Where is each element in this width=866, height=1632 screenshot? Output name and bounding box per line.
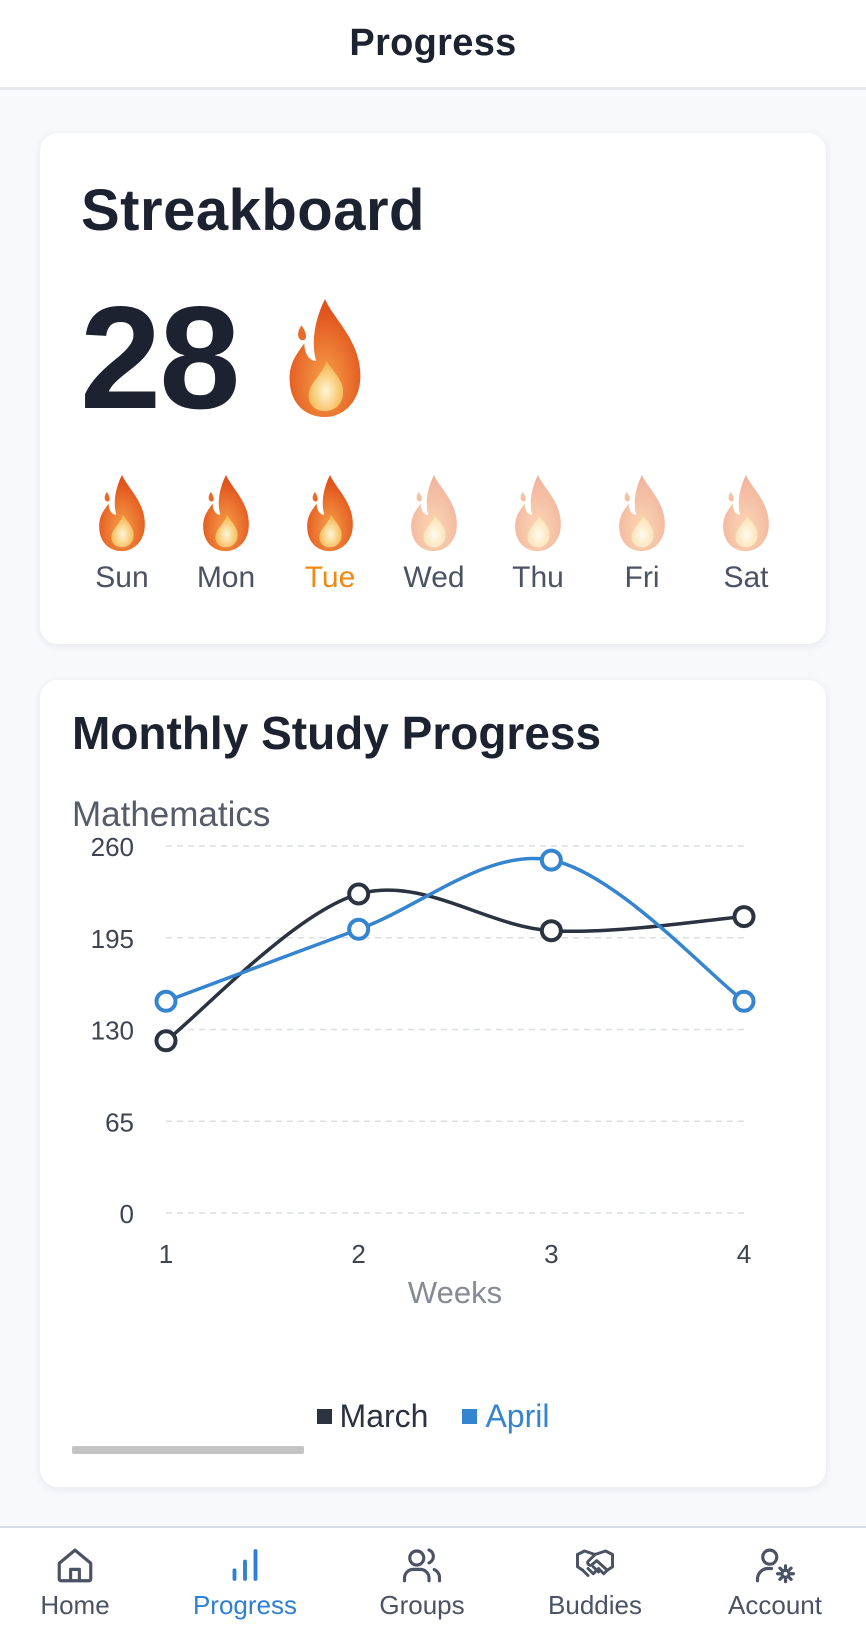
- nav-home[interactable]: Home: [0, 1528, 150, 1632]
- data-point-april: [347, 917, 371, 941]
- fire-icon: [289, 298, 361, 418]
- fire-icon: [307, 474, 353, 552]
- legend-label-april: April: [485, 1398, 550, 1434]
- bottom-navigation: Home Progress Groups Buddies Account: [0, 1526, 866, 1632]
- day-sun: Sun: [70, 473, 174, 595]
- legend-item-march[interactable]: March: [316, 1398, 429, 1435]
- data-point-march: [154, 1029, 178, 1053]
- fire-icon: [723, 474, 769, 552]
- day-label: Sat: [723, 561, 769, 594]
- day-label: Fri: [624, 561, 660, 594]
- legend-swatch-april: [462, 1409, 478, 1424]
- nav-progress[interactable]: Progress: [170, 1528, 320, 1632]
- fire-icon: [99, 474, 145, 552]
- x-axis-label: Weeks: [408, 1275, 502, 1310]
- nav-label: Account: [728, 1590, 822, 1620]
- streakboard-card: Streakboard 28 Sun Mon Tue Wed Thu Fri S…: [40, 133, 826, 644]
- day-wed: Wed: [382, 473, 486, 595]
- data-point-april: [732, 989, 756, 1013]
- day-label: Mon: [196, 561, 256, 594]
- y-tick-label: 0: [120, 1199, 134, 1229]
- nav-label: Progress: [192, 1590, 298, 1620]
- x-tick-label: 3: [544, 1239, 558, 1269]
- y-tick-label: 65: [105, 1107, 134, 1137]
- weekday-streak-row: Sun Mon Tue Wed Thu Fri Sat: [70, 473, 800, 603]
- data-point-april: [539, 848, 563, 872]
- data-point-march: [539, 919, 563, 943]
- horizontal-scrollbar[interactable]: [72, 1446, 304, 1454]
- y-tick-label: 195: [91, 924, 134, 954]
- page-title: Progress: [349, 22, 517, 64]
- line-chart: 0 65 130 195 260 1 2 3 4 Weeks: [91, 832, 756, 1310]
- data-point-march: [347, 882, 371, 906]
- day-tue: Tue: [278, 473, 382, 595]
- nav-groups[interactable]: Groups: [347, 1528, 497, 1632]
- top-bar: Progress: [0, 0, 866, 90]
- monthly-progress-card: Monthly Study Progress Mathematics 0 65 13…: [40, 680, 826, 1487]
- fire-icon: [203, 474, 249, 552]
- series-line-april: [165, 856, 746, 1003]
- bar-chart-icon: [232, 1549, 258, 1581]
- legend-item-april[interactable]: April: [462, 1398, 549, 1435]
- fire-icon: [411, 474, 457, 552]
- x-tick-label: 2: [351, 1239, 365, 1269]
- day-mon: Mon: [174, 473, 278, 595]
- home-icon: [57, 1548, 93, 1583]
- streak-count: 28: [80, 276, 240, 439]
- chart-legend: March April: [40, 1398, 826, 1435]
- user-settings-icon: [755, 1548, 795, 1584]
- nav-label: Groups: [379, 1590, 465, 1620]
- day-label: Thu: [512, 561, 564, 594]
- day-sat: Sat: [694, 473, 798, 595]
- users-icon: [402, 1548, 442, 1583]
- y-tick-label: 260: [91, 832, 134, 862]
- data-point-march: [732, 905, 756, 929]
- fire-icon: [619, 474, 665, 552]
- day-label: Wed: [403, 561, 465, 594]
- x-tick-label: 1: [159, 1239, 173, 1269]
- nav-account[interactable]: Account: [700, 1528, 850, 1632]
- data-point-april: [154, 989, 178, 1013]
- day-thu: Thu: [486, 473, 590, 595]
- day-fri: Fri: [590, 473, 694, 595]
- handshake-icon: [576, 1549, 614, 1577]
- app-root: Progress Streakboard 28 Sun Mon Tue Wed …: [0, 0, 866, 1632]
- legend-label-march: March: [339, 1398, 429, 1434]
- day-label: Tue: [304, 561, 356, 594]
- day-label: Sun: [95, 561, 149, 594]
- nav-buddies[interactable]: Buddies: [520, 1528, 670, 1632]
- streakboard-title: Streakboard: [81, 178, 425, 243]
- nav-label: Buddies: [548, 1590, 642, 1620]
- series-line-march: [164, 888, 745, 1043]
- x-tick-label: 4: [737, 1239, 751, 1269]
- y-tick-label: 130: [91, 1016, 134, 1046]
- fire-icon: [515, 474, 561, 552]
- nav-label: Home: [40, 1590, 110, 1620]
- legend-swatch-march: [316, 1409, 332, 1424]
